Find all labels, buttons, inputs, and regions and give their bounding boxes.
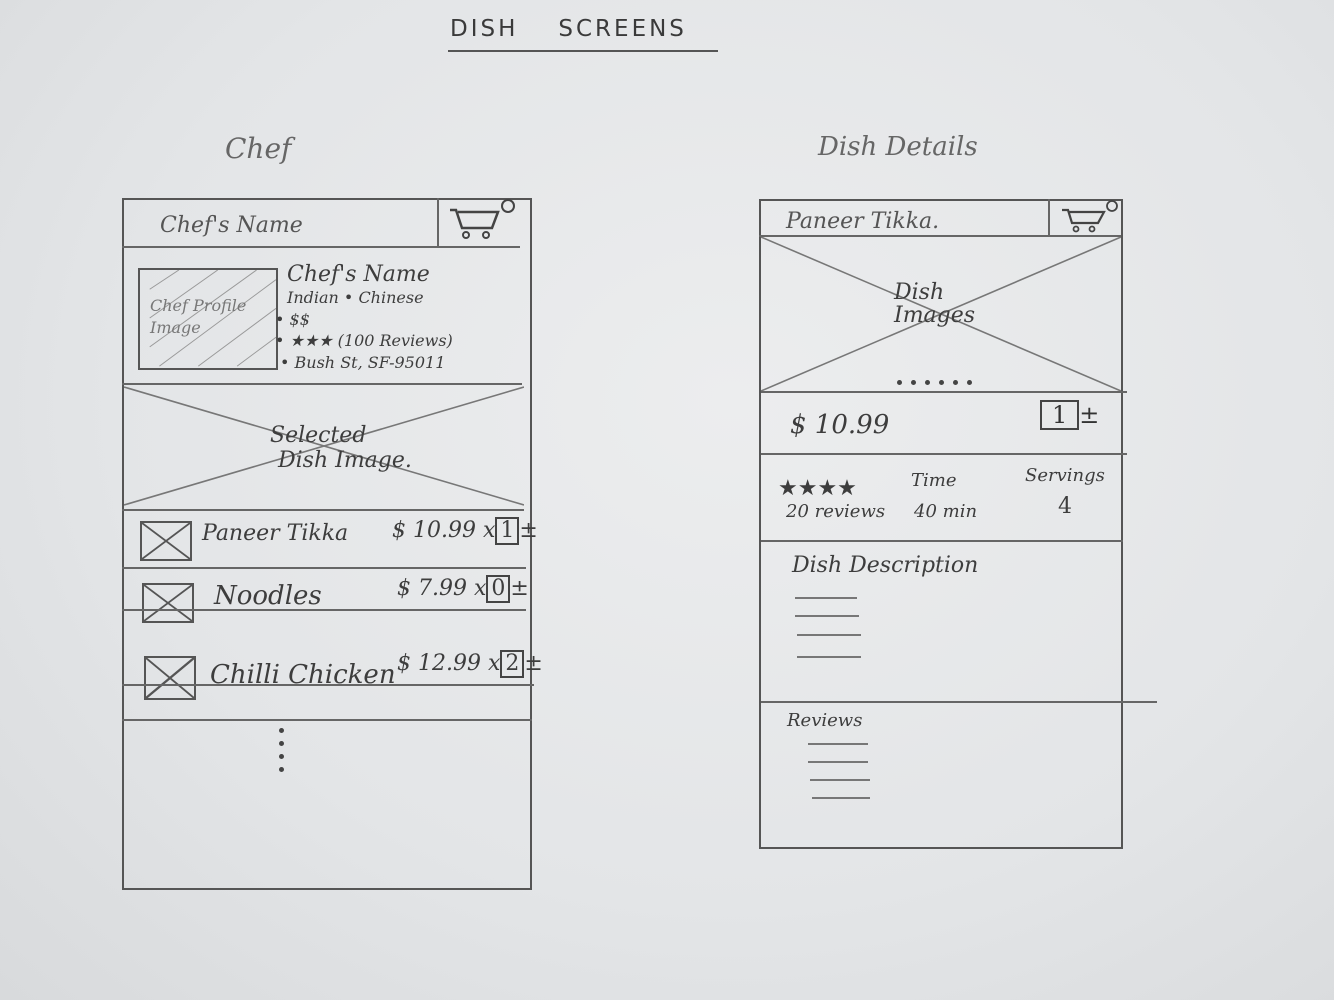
review-text-line xyxy=(808,743,868,745)
details-price: $ 10.99 xyxy=(790,410,890,440)
chef-header-title: Chef's Name xyxy=(160,213,303,238)
details-image-divider xyxy=(761,391,1127,393)
review-text-line xyxy=(808,761,868,763)
chef-info-address: • Bush St, SF-95011 xyxy=(280,353,446,372)
dish-price: $ 10.99 x 1 ± xyxy=(392,517,538,546)
description-text-line xyxy=(797,656,861,658)
dish-images-label-2: Images xyxy=(894,303,976,328)
dish-images-label-1: Dish xyxy=(894,280,945,305)
details-stats-divider xyxy=(761,540,1123,542)
dish-price-text: $ 10.99 x xyxy=(392,518,496,543)
chef-screen-label: Chef xyxy=(225,132,292,165)
description-text-line xyxy=(795,597,857,599)
quantity-box[interactable]: 0 xyxy=(486,575,511,604)
details-time-label: Time xyxy=(911,470,957,491)
details-header-cart-divider xyxy=(1048,199,1050,237)
dish-price: $ 7.99 x 0 ± xyxy=(397,575,529,604)
dish-thumbnail xyxy=(140,521,192,561)
selected-dish-label-1: Selected xyxy=(270,423,367,448)
dish-price: $ 12.99 x 2 ± xyxy=(397,650,543,679)
more-items-icon xyxy=(279,728,284,780)
details-servings-value: 4 xyxy=(1058,494,1072,519)
quantity-stepper[interactable]: ± xyxy=(524,651,542,676)
details-description-divider xyxy=(761,701,1157,703)
quantity-stepper[interactable]: ± xyxy=(510,576,528,601)
dish-row[interactable]: Paneer Tikka $ 10.99 x 1 ± xyxy=(122,511,538,567)
page-title: DISH SCREENS xyxy=(450,16,740,42)
dish-row-divider xyxy=(122,684,534,686)
dish-row[interactable]: Chilli Chicken $ 12.99 x 2 ± xyxy=(122,640,543,700)
details-screen-label: Dish Details xyxy=(818,132,978,162)
dish-row-divider xyxy=(122,609,526,611)
carousel-pagination-dots[interactable] xyxy=(897,370,981,389)
quantity-box[interactable]: 2 xyxy=(500,650,525,679)
description-text-line xyxy=(795,615,859,617)
details-quantity-box[interactable]: 1 xyxy=(1040,400,1080,431)
details-price-divider xyxy=(761,453,1127,455)
dish-name: Paneer Tikka xyxy=(202,521,349,546)
quantity-stepper[interactable]: ± xyxy=(519,518,537,543)
review-text-line xyxy=(812,797,870,799)
description-text-line xyxy=(797,634,861,636)
details-review-count[interactable]: 20 reviews xyxy=(786,501,885,522)
dish-thumbnail xyxy=(144,656,196,700)
dish-price-text: $ 12.99 x xyxy=(397,651,501,676)
page-title-word-2: SCREENS xyxy=(558,16,687,42)
chef-info-name: Chef's Name xyxy=(287,262,430,287)
details-description-heading: Dish Description xyxy=(792,553,979,578)
cart-icon[interactable] xyxy=(446,196,518,242)
dish-row[interactable]: Noodles $ 7.99 x 0 ± xyxy=(122,569,529,623)
chef-header-cart-divider xyxy=(437,198,439,246)
details-reviews-heading: Reviews xyxy=(787,710,863,731)
details-servings-label: Servings xyxy=(1025,465,1105,486)
title-underline xyxy=(448,50,718,52)
details-rating-stars: ★★★★ xyxy=(778,476,857,501)
page-title-word-1: DISH xyxy=(450,16,519,42)
chef-profile-image-label: Chef Profile Image xyxy=(150,296,247,337)
chef-info-price: • $$ xyxy=(275,310,310,329)
selected-dish-label-2: Dish Image. xyxy=(278,448,412,473)
chef-info-rating[interactable]: • ★★★ (100 Reviews) xyxy=(275,331,453,350)
dish-price-text: $ 7.99 x xyxy=(397,576,487,601)
cart-icon[interactable] xyxy=(1056,197,1122,237)
dish-name: Noodles xyxy=(214,581,322,611)
details-quantity-stepper[interactable]: ± xyxy=(1079,401,1099,429)
quantity-box[interactable]: 1 xyxy=(495,517,520,546)
details-header-title: Paneer Tikka. xyxy=(786,209,940,234)
details-quantity: 1 ± xyxy=(1040,400,1099,431)
details-time-value: 40 min xyxy=(914,501,978,522)
chef-info-cuisine: Indian • Chinese xyxy=(287,288,424,307)
dish-list-end-divider xyxy=(122,719,532,721)
dish-thumbnail xyxy=(142,583,194,623)
chef-header-divider xyxy=(122,246,520,248)
review-text-line xyxy=(810,779,870,781)
